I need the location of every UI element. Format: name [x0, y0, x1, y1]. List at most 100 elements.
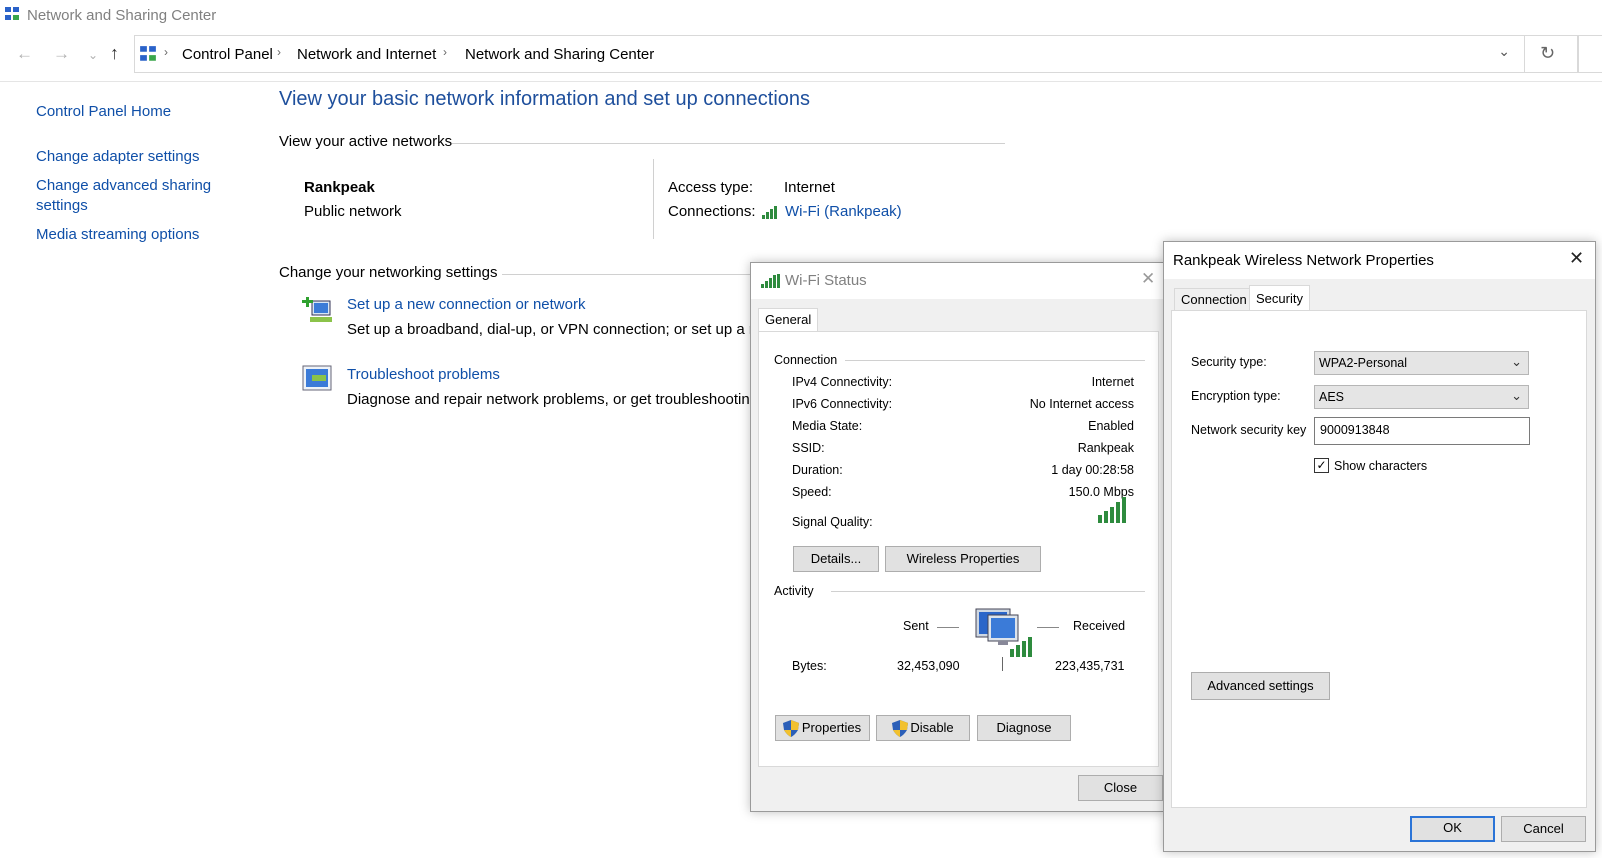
network-type[interactable]: Public network [304, 203, 402, 220]
troubleshoot-link[interactable]: Troubleshoot problems [347, 366, 500, 383]
forward-arrow-icon[interactable]: → [53, 44, 70, 64]
breadcrumb-control-panel[interactable]: Control Panel [182, 46, 273, 63]
troubleshoot-desc: Diagnose and repair network problems, or… [347, 391, 750, 408]
signal-strength-icon [1098, 497, 1126, 523]
ok-button[interactable]: OK [1410, 816, 1495, 842]
breadcrumb-separator-icon: › [164, 45, 168, 59]
network-key-label: Network security key [1191, 423, 1307, 437]
security-type-value: WPA2-Personal [1319, 356, 1407, 370]
duration-label: Duration: [792, 463, 843, 477]
duration-value: 1 day 00:28:58 [1051, 463, 1134, 477]
tab-security[interactable]: Security [1249, 285, 1310, 311]
uac-shield-icon [783, 720, 799, 737]
uac-shield-icon [892, 720, 908, 737]
divider [845, 360, 1145, 361]
dialog-title: Rankpeak Wireless Network Properties [1173, 252, 1434, 269]
wireless-properties-dialog: Rankpeak Wireless Network Properties ✕ C… [1163, 241, 1596, 852]
sidebar-item-adapter-settings[interactable]: Change adapter settings [36, 147, 199, 167]
sent-label: Sent [903, 619, 929, 633]
security-type-label: Security type: [1191, 355, 1267, 369]
breadcrumb-network-internet[interactable]: Network and Internet [297, 46, 436, 63]
close-icon[interactable]: ✕ [1141, 269, 1155, 289]
chevron-down-icon: ⌄ [1511, 388, 1522, 403]
speed-label: Speed: [792, 485, 832, 499]
tab-connection[interactable]: Connection [1174, 288, 1254, 310]
received-label: Received [1073, 619, 1126, 633]
access-type-label: Access type: [668, 179, 754, 196]
troubleshoot-icon [302, 365, 332, 391]
network-center-icon [5, 7, 19, 20]
network-key-input[interactable]: 9000913848 [1314, 417, 1530, 445]
chevron-down-icon[interactable]: ⌄ [1498, 43, 1510, 60]
sidebar-item-media-streaming[interactable]: Media streaming options [36, 225, 199, 245]
wifi-connection-link[interactable]: Wi-Fi (Rankpeak) [785, 203, 902, 220]
activity-section-label: Activity [774, 584, 814, 598]
address-bar[interactable]: › Control Panel › Network and Internet ›… [134, 35, 1525, 73]
wifi-signal-icon [761, 274, 780, 288]
control-panel-icon [140, 46, 156, 61]
back-arrow-icon[interactable]: ← [16, 44, 33, 64]
bytes-sent-value: 32,453,090 [897, 659, 960, 673]
network-name: Rankpeak [304, 179, 375, 196]
divider [653, 159, 654, 239]
ipv6-value: No Internet access [1029, 397, 1134, 411]
search-input[interactable] [1578, 35, 1602, 73]
wifi-signal-icon [762, 206, 777, 219]
bytes-label: Bytes: [792, 659, 827, 673]
sidebar-item-advanced-sharing[interactable]: Change advanced sharing [36, 176, 211, 196]
wifi-status-dialog: Wi-Fi Status ✕ General Connection IPv4 C… [750, 262, 1166, 812]
ipv4-label: IPv4 Connectivity: [792, 375, 893, 389]
tab-general[interactable]: General [758, 308, 819, 332]
close-button[interactable]: Close [1078, 775, 1163, 801]
setup-connection-link[interactable]: Set up a new connection or network [347, 296, 585, 313]
title-bar: Network and Sharing Center [0, 0, 1602, 30]
setup-connection-desc: Set up a broadband, dial-up, or VPN conn… [347, 321, 754, 338]
advanced-settings-button[interactable]: Advanced settings [1191, 672, 1330, 700]
disable-button[interactable]: Disable [876, 715, 970, 741]
network-activity-icon [975, 608, 1032, 657]
ssid-value: Rankpeak [1077, 441, 1134, 455]
signal-quality-label: Signal Quality: [792, 515, 873, 529]
dialog-title: Wi-Fi Status [785, 272, 867, 289]
encryption-type-label: Encryption type: [1191, 389, 1281, 403]
breadcrumb-separator-icon: › [443, 45, 447, 59]
security-type-select[interactable]: WPA2-Personal ⌄ [1314, 351, 1529, 375]
sidebar-item-advanced-sharing-line2[interactable]: settings [36, 196, 88, 216]
bytes-received-value: 223,435,731 [1055, 659, 1125, 673]
refresh-button[interactable]: ↻ [1524, 35, 1578, 73]
properties-button[interactable]: Properties [775, 715, 870, 741]
close-icon[interactable]: ✕ [1569, 248, 1584, 269]
access-type-value: Internet [784, 179, 835, 196]
divider [502, 274, 752, 275]
refresh-icon: ↻ [1540, 43, 1556, 63]
security-panel: Security type: WPA2-Personal ⌄ Encryptio… [1171, 310, 1587, 808]
divider [1037, 627, 1059, 628]
diagnose-button[interactable]: Diagnose [977, 715, 1071, 741]
cancel-button[interactable]: Cancel [1501, 816, 1586, 842]
recent-dropdown-icon[interactable]: ⌄ [88, 48, 98, 62]
change-settings-label: Change your networking settings [279, 264, 498, 281]
encryption-type-select[interactable]: AES ⌄ [1314, 385, 1529, 409]
ipv4-value: Internet [1091, 375, 1134, 389]
details-button[interactable]: Details... [793, 546, 879, 572]
ssid-label: SSID: [792, 441, 825, 455]
breadcrumb-network-sharing-center[interactable]: Network and Sharing Center [465, 46, 654, 63]
disable-button-label: Disable [910, 720, 954, 735]
page-title: View your basic network information and … [279, 88, 811, 110]
divider [937, 627, 959, 628]
divider [831, 591, 1145, 592]
divider [0, 81, 1602, 82]
active-networks-label: View your active networks [279, 133, 453, 150]
sidebar-item-control-panel-home[interactable]: Control Panel Home [36, 102, 171, 122]
breadcrumb-separator-icon: › [277, 45, 281, 59]
show-characters-checkbox[interactable]: ✓ [1314, 458, 1329, 473]
wireless-properties-button[interactable]: Wireless Properties [885, 546, 1041, 572]
show-characters-label[interactable]: Show characters [1334, 459, 1427, 473]
new-connection-icon [302, 297, 332, 322]
up-arrow-icon[interactable]: ↑ [110, 43, 119, 64]
general-panel: Connection IPv4 Connectivity: Internet I… [758, 331, 1159, 767]
encryption-type-value: AES [1319, 390, 1345, 404]
ipv6-label: IPv6 Connectivity: [792, 397, 893, 411]
properties-button-label: Properties [801, 720, 862, 735]
divider [452, 143, 1005, 144]
